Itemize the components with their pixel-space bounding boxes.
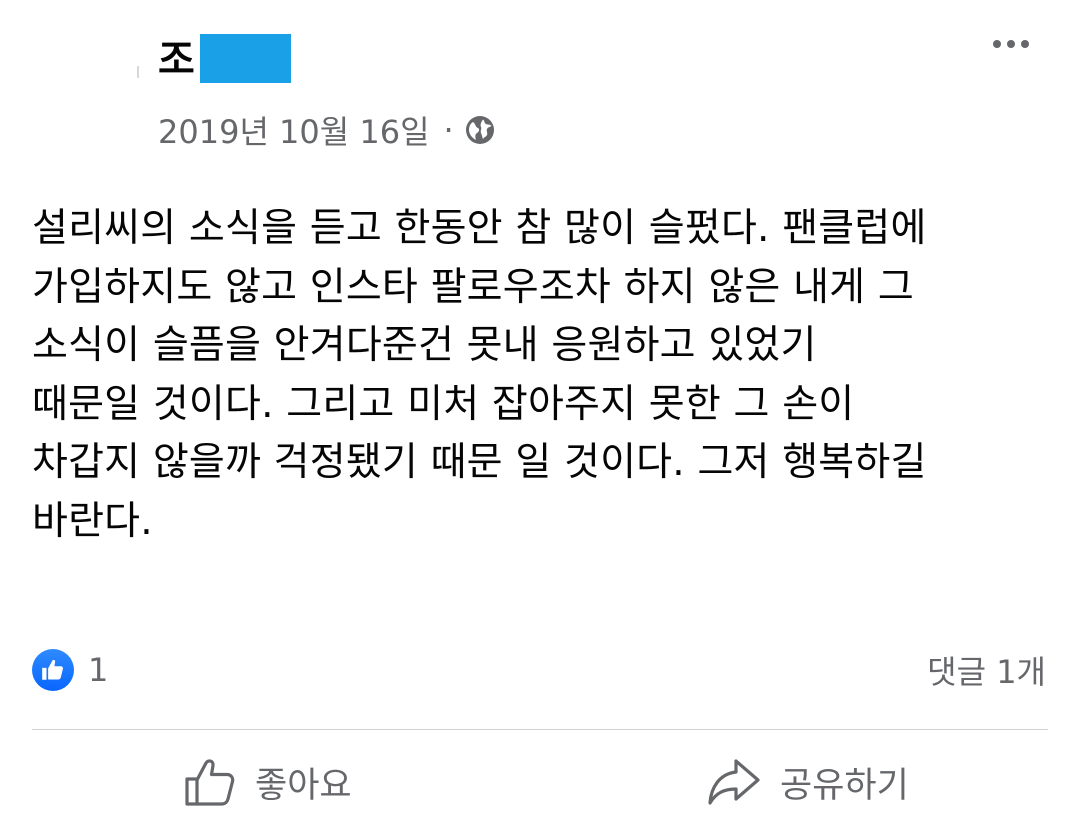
globe-icon[interactable]: [464, 114, 496, 146]
more-dot-icon: [1021, 40, 1029, 48]
post-header: 조 2019년 10월 16일 ·: [0, 0, 1080, 170]
author-name[interactable]: 조: [158, 36, 195, 84]
like-badge-icon: [32, 649, 74, 691]
reaction-summary[interactable]: 1: [32, 645, 108, 695]
more-options-button[interactable]: [982, 28, 1040, 60]
comment-count-link[interactable]: 댓글 1개: [927, 645, 1046, 695]
like-button[interactable]: 좋아요: [183, 752, 352, 812]
like-button-label: 좋아요: [255, 765, 352, 806]
post-text: 설리씨의 소식을 듣고 한동안 참 많이 슬펐다. 팬클럽에 가입하지도 않고 …: [32, 206, 927, 544]
share-arrow-icon: [708, 759, 760, 805]
meta-separator: ·: [443, 111, 454, 149]
share-button[interactable]: 공유하기: [706, 752, 909, 812]
avatar-placeholder: [137, 66, 139, 78]
reaction-count: 1: [88, 651, 109, 689]
more-dot-icon: [993, 40, 1001, 48]
more-dot-icon: [1007, 40, 1015, 48]
share-button-label: 공유하기: [780, 765, 909, 806]
author-name-redaction: [200, 34, 291, 83]
thumbs-up-icon: [185, 759, 235, 806]
action-bar: 좋아요 공유하기: [0, 730, 1080, 840]
post-date[interactable]: 2019년 10월 16일: [158, 107, 430, 153]
post-meta: 2019년 10월 16일 ·: [158, 107, 496, 153]
